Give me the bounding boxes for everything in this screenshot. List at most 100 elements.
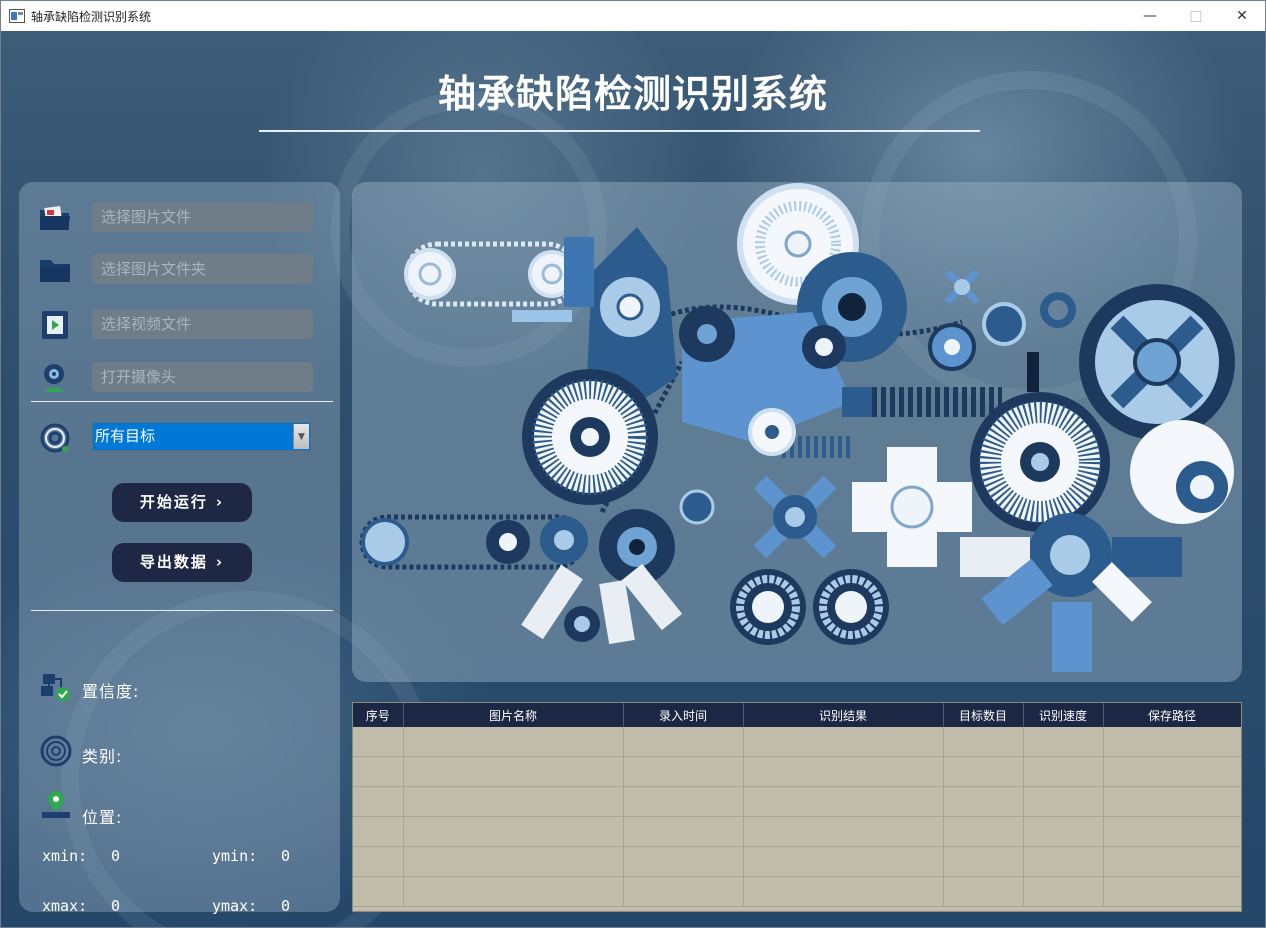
machinery-illustration [359,183,1235,672]
table-cell[interactable] [403,846,624,877]
table-cell[interactable] [1103,756,1241,787]
table-cell[interactable] [623,816,744,847]
ymax-label: ymax: [212,897,258,915]
column-header-index[interactable]: 序号 [353,703,404,727]
table-cell[interactable] [353,756,404,787]
main-content: 轴承缺陷检测识别系统 选择图片文件 选择图片文件夹 选择视频文件 打开摄像头 所… [1,31,1265,927]
table-row[interactable] [353,727,1241,757]
table-cell[interactable] [623,727,744,757]
table-cell[interactable] [403,816,624,847]
table-row[interactable] [353,786,1241,817]
table-cell[interactable] [353,876,404,907]
table-cell[interactable] [1023,786,1104,817]
column-header-save-path[interactable]: 保存路径 [1103,703,1241,727]
position-label: 位置: [82,808,123,827]
table-row[interactable] [353,846,1241,877]
table-cell[interactable] [1103,876,1241,907]
image-file-icon [40,205,70,230]
table-cell[interactable] [943,786,1024,817]
export-button[interactable]: 导出数据 › [112,543,252,582]
export-button-label: 导出数据 [139,553,208,571]
table-cell[interactable] [1023,876,1104,907]
table-cell[interactable] [943,876,1024,907]
section-divider [31,401,333,402]
app-window: 轴承缺陷检测识别系统 — □ ✕ 轴承缺陷检测识别系统 选择图片文件 选择图片文… [0,0,1266,928]
table-cell[interactable] [353,786,404,817]
results-table: 序号 图片名称 录入时间 识别结果 目标数目 识别速度 保存路径 [352,702,1242,912]
camera-icon [44,364,64,392]
target-icon [40,423,70,453]
ymin-value: 0 [281,847,291,865]
page-title: 轴承缺陷检测识别系统 [437,72,828,116]
table-cell[interactable] [1103,846,1241,877]
xmin-label: xmin: [42,847,88,865]
video-file-input[interactable]: 选择视频文件 [92,309,313,339]
table-cell[interactable] [743,756,944,787]
section-divider [31,610,333,611]
table-cell[interactable] [1103,786,1241,817]
table-cell[interactable] [1023,816,1104,847]
video-file-icon [42,311,68,339]
image-display-panel [352,182,1242,682]
table-row[interactable] [353,816,1241,847]
xmin-value: 0 [111,847,121,865]
minimize-button[interactable]: — [1127,1,1173,31]
column-header-target-count[interactable]: 目标数目 [943,703,1024,727]
control-panel: 选择图片文件 选择图片文件夹 选择视频文件 打开摄像头 所有目标 ▼ 开始运行 … [19,182,340,915]
column-header-speed[interactable]: 识别速度 [1023,703,1104,727]
chevron-right-icon: › [215,553,225,571]
title-divider [259,130,980,132]
maximize-button[interactable]: □ [1173,1,1219,31]
table-cell[interactable] [623,756,744,787]
table-header-row: 序号 图片名称 录入时间 识别结果 目标数目 识别速度 保存路径 [353,703,1241,727]
start-button-label: 开始运行 [139,493,208,511]
table-cell[interactable] [353,727,404,757]
table-row[interactable] [353,876,1241,907]
class-icon [40,735,72,767]
column-header-image-name[interactable]: 图片名称 [403,703,624,727]
start-button[interactable]: 开始运行 › [112,483,252,522]
ymin-label: ymin: [212,847,258,865]
table-cell[interactable] [1103,816,1241,847]
table-cell[interactable] [1103,727,1241,757]
table-cell[interactable] [403,727,624,757]
table-cell[interactable] [1023,756,1104,787]
table-cell[interactable] [623,876,744,907]
table-cell[interactable] [743,876,944,907]
close-button[interactable]: ✕ [1219,1,1265,31]
image-folder-input[interactable]: 选择图片文件夹 [92,254,313,284]
table-cell[interactable] [943,727,1024,757]
table-cell[interactable] [403,876,624,907]
table-cell[interactable] [1023,846,1104,877]
chevron-down-icon[interactable]: ▼ [293,424,309,449]
chevron-right-icon: › [215,493,225,511]
column-header-result[interactable]: 识别结果 [743,703,944,727]
table-cell[interactable] [623,786,744,817]
class-label: 类别: [82,747,123,766]
table-cell[interactable] [943,846,1024,877]
table-cell[interactable] [743,846,944,877]
table-cell[interactable] [943,816,1024,847]
camera-input[interactable]: 打开摄像头 [92,362,313,392]
confidence-label: 置信度: [82,682,140,701]
table-cell[interactable] [743,727,944,757]
xmax-label: xmax: [42,897,88,915]
table-cell[interactable] [353,816,404,847]
table-cell[interactable] [943,756,1024,787]
ymax-value: 0 [281,897,291,915]
table-cell[interactable] [1023,727,1104,757]
target-select[interactable]: 所有目标 ▼ [92,422,311,451]
table-cell[interactable] [403,756,624,787]
table-cell[interactable] [353,846,404,877]
image-file-input[interactable]: 选择图片文件 [92,202,313,232]
table-cell[interactable] [403,786,624,817]
folder-icon [40,260,70,282]
xmax-value: 0 [111,897,121,915]
table-cell[interactable] [623,846,744,877]
column-header-entry-time[interactable]: 录入时间 [623,703,744,727]
table-row[interactable] [353,756,1241,787]
table-cell[interactable] [743,816,944,847]
window-title: 轴承缺陷检测识别系统 [31,9,152,24]
table-cell[interactable] [743,786,944,817]
location-pin-icon [42,791,70,818]
